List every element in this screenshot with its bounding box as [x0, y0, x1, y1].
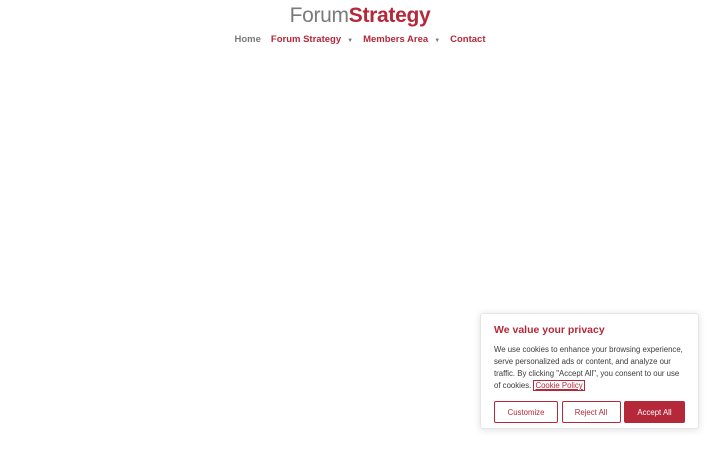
accept-all-button[interactable]: Accept All	[624, 401, 685, 423]
nav-item-forum-strategy-label: Forum Strategy	[270, 34, 342, 45]
chevron-down-icon: ▼	[434, 37, 441, 44]
cookie-consent-banner: We value your privacy We use cookies to …	[480, 313, 699, 429]
main-navigation: Home Forum Strategy ▼ Members Area ▼ Con…	[0, 34, 720, 45]
site-logo[interactable]: ForumStrategy	[0, 4, 720, 28]
customize-button[interactable]: Customize	[494, 401, 558, 423]
nav-item-contact[interactable]: Contact	[450, 34, 485, 45]
cookie-banner-actions: Customize Reject All Accept All	[494, 401, 685, 423]
page: ForumStrategy Home Forum Strategy ▼ Memb…	[0, 0, 720, 450]
nav-item-contact-label: Contact	[450, 34, 486, 45]
nav-item-forum-strategy[interactable]: Forum Strategy ▼	[271, 34, 353, 45]
nav-item-members-area-label: Members Area	[363, 34, 429, 45]
nav-item-members-area[interactable]: Members Area ▼	[363, 34, 440, 45]
reject-all-button[interactable]: Reject All	[561, 401, 621, 423]
chevron-down-icon: ▼	[347, 37, 354, 44]
cookie-banner-text: We use cookies to enhance your browsing …	[494, 344, 685, 392]
logo-strategy-text: Strategy	[348, 4, 431, 27]
cookie-policy-link[interactable]: Cookie Policy	[533, 380, 585, 391]
nav-item-home-label: Home	[234, 34, 261, 45]
nav-item-home[interactable]: Home	[234, 34, 260, 45]
logo-forum-text: Forum	[289, 4, 349, 27]
cookie-banner-body: We use cookies to enhance your browsing …	[494, 345, 683, 390]
cookie-banner-title: We value your privacy	[494, 324, 605, 336]
